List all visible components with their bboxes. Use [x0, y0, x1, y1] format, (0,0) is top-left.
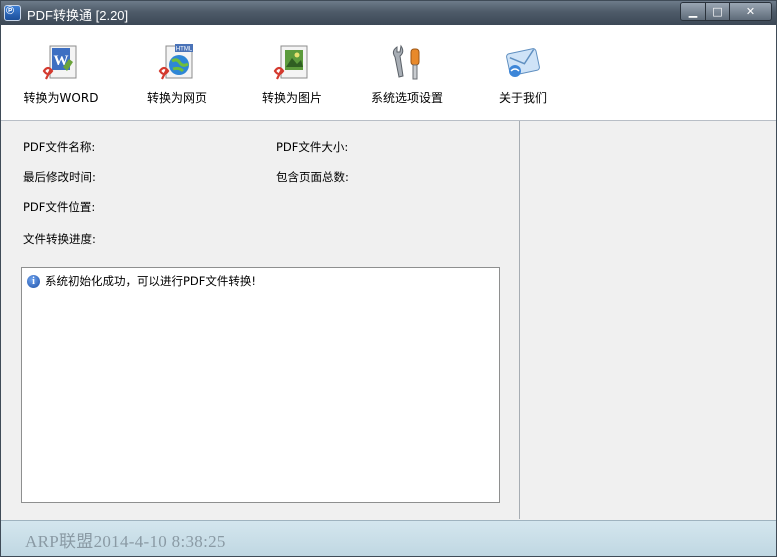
pdf-size-label: PDF文件大小: [276, 140, 349, 154]
html-badge: HTML [176, 47, 193, 53]
about-us-label: 关于我们 [498, 91, 547, 105]
file-info-panel: PDF文件名称: PDF文件大小: 最后修改时间: 包含页面总数: PDF文件位… [1, 121, 519, 519]
status-text: ARP联盟2014-4-10 8:38:25 [25, 532, 226, 551]
minimize-button[interactable]: ▁ [681, 3, 705, 20]
last-modified-label: 最后修改时间: [23, 170, 96, 184]
system-settings-label: 系统选项设置 [370, 91, 443, 105]
close-button[interactable]: ✕ [729, 3, 771, 20]
maximize-icon: □ [712, 5, 723, 18]
log-message: 系统初始化成功，可以进行PDF文件转换! [45, 274, 257, 288]
convert-to-word-label: 转换为WORD [23, 91, 99, 105]
convert-to-word-button[interactable]: W 转换为WORD [6, 43, 116, 106]
convert-to-image-button[interactable]: 转换为图片 [237, 43, 347, 106]
system-settings-button[interactable]: 系统选项设置 [352, 43, 462, 106]
window-controls: ▁ □ ✕ [680, 2, 772, 21]
convert-to-html-label: 转换为网页 [146, 91, 207, 105]
conversion-progress-label: 文件转换进度: [23, 232, 96, 246]
convert-to-image-label: 转换为图片 [261, 91, 322, 105]
about-mail-icon [503, 43, 543, 83]
window-title: PDF转换通 [2.20] [27, 8, 129, 23]
maximize-button[interactable]: □ [705, 3, 729, 20]
app-icon[interactable]: ℗ [4, 5, 21, 21]
info-icon: i [27, 274, 40, 288]
pdf-to-image-icon [272, 43, 312, 83]
close-icon: ✕ [745, 5, 756, 18]
minimize-icon: ▁ [688, 5, 698, 18]
page-count-label: 包含页面总数: [276, 170, 349, 184]
pdf-to-html-icon: HTML [157, 43, 197, 83]
toolbar: W 转换为WORD HTML 转换为网页 转换为图片 系统选项设置 关于我们 [1, 25, 776, 121]
about-us-button[interactable]: 关于我们 [468, 43, 578, 106]
preview-panel [520, 121, 776, 519]
pdf-name-label: PDF文件名称: [23, 140, 96, 154]
log-entry: i 系统初始化成功，可以进行PDF文件转换! [27, 273, 256, 289]
pdf-to-word-icon: W [41, 43, 81, 83]
title-bar[interactable]: ℗ PDF转换通 [2.20] ▁ □ ✕ [1, 1, 776, 25]
settings-tools-icon [387, 43, 427, 83]
app-window: ℗ PDF转换通 [2.20] ▁ □ ✕ W 转换为WORD HTML 转换为… [0, 0, 777, 557]
convert-to-html-button[interactable]: HTML 转换为网页 [122, 43, 232, 106]
log-box[interactable]: i 系统初始化成功，可以进行PDF文件转换! [21, 267, 500, 503]
pdf-location-label: PDF文件位置: [23, 200, 96, 214]
status-bar: ARP联盟2014-4-10 8:38:25 [1, 520, 776, 556]
